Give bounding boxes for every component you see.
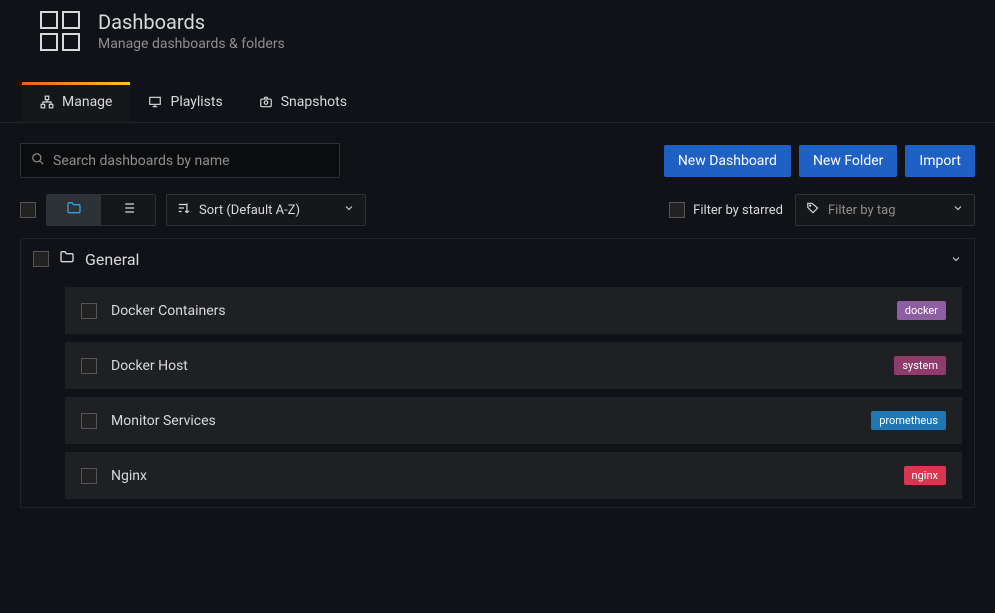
item-name: Nginx (111, 468, 890, 484)
view-list-button[interactable] (101, 195, 155, 225)
filter-starred-label: Filter by starred (693, 203, 783, 218)
tab-label: Snapshots (281, 94, 347, 110)
dashboards-icon (40, 11, 80, 51)
folder-icon (66, 200, 82, 220)
folder-checkbox[interactable] (33, 251, 49, 267)
chevron-down-icon (950, 250, 962, 269)
item-checkbox[interactable] (81, 303, 97, 319)
folder-header[interactable]: General (21, 239, 974, 279)
dashboard-item[interactable]: Nginx nginx (65, 452, 962, 499)
page-header: Dashboards Manage dashboards & folders (0, 0, 995, 62)
item-name: Monitor Services (111, 413, 857, 429)
filter-tag-label: Filter by tag (828, 203, 896, 218)
filter-starred-checkbox[interactable] (669, 202, 685, 218)
search-box[interactable] (20, 143, 340, 178)
view-folder-button[interactable] (47, 195, 101, 225)
tab-label: Playlists (170, 94, 222, 110)
page-title: Dashboards (98, 10, 285, 34)
camera-icon (259, 95, 273, 109)
select-all-checkbox[interactable] (20, 202, 36, 218)
item-tag[interactable]: nginx (904, 466, 946, 485)
item-checkbox[interactable] (81, 468, 97, 484)
view-toggle (46, 194, 156, 226)
filter-tag-select[interactable]: Filter by tag (795, 194, 975, 226)
tab-snapshots[interactable]: Snapshots (241, 82, 365, 122)
presentation-icon (148, 95, 162, 109)
search-input[interactable] (53, 153, 329, 169)
item-name: Docker Host (111, 358, 880, 374)
item-tag[interactable]: system (894, 356, 946, 375)
tab-playlists[interactable]: Playlists (130, 82, 240, 122)
search-icon (31, 151, 45, 170)
list-icon (120, 200, 136, 220)
filter-starred-toggle[interactable]: Filter by starred (669, 202, 783, 218)
new-dashboard-button[interactable]: New Dashboard (664, 145, 791, 177)
item-checkbox[interactable] (81, 358, 97, 374)
item-checkbox[interactable] (81, 413, 97, 429)
chevron-down-icon (343, 202, 355, 218)
toolbar-row: Sort (Default A-Z) Filter by starred Fil… (0, 188, 995, 238)
tab-label: Manage (62, 94, 112, 110)
sort-label: Sort (Default A-Z) (199, 203, 300, 218)
folder-name: General (85, 250, 139, 269)
sitemap-icon (40, 95, 54, 109)
dashboard-item[interactable]: Docker Containers docker (65, 287, 962, 334)
item-tag[interactable]: docker (897, 301, 946, 320)
controls-row: New Dashboard New Folder Import (0, 123, 995, 188)
page-subtitle: Manage dashboards & folders (98, 36, 285, 52)
item-tag[interactable]: prometheus (871, 411, 946, 430)
sort-select[interactable]: Sort (Default A-Z) (166, 194, 366, 226)
tabs: Manage Playlists Snapshots (0, 82, 995, 123)
dashboard-list: General Docker Containers docker Docker … (20, 238, 975, 508)
item-name: Docker Containers (111, 303, 883, 319)
dashboard-item[interactable]: Monitor Services prometheus (65, 397, 962, 444)
tag-icon (806, 201, 820, 219)
chevron-down-icon (952, 202, 964, 218)
sort-icon (177, 201, 191, 219)
dashboard-item[interactable]: Docker Host system (65, 342, 962, 389)
folder-icon (59, 249, 75, 269)
new-folder-button[interactable]: New Folder (799, 145, 897, 177)
import-button[interactable]: Import (905, 145, 975, 177)
tab-manage[interactable]: Manage (22, 82, 130, 122)
